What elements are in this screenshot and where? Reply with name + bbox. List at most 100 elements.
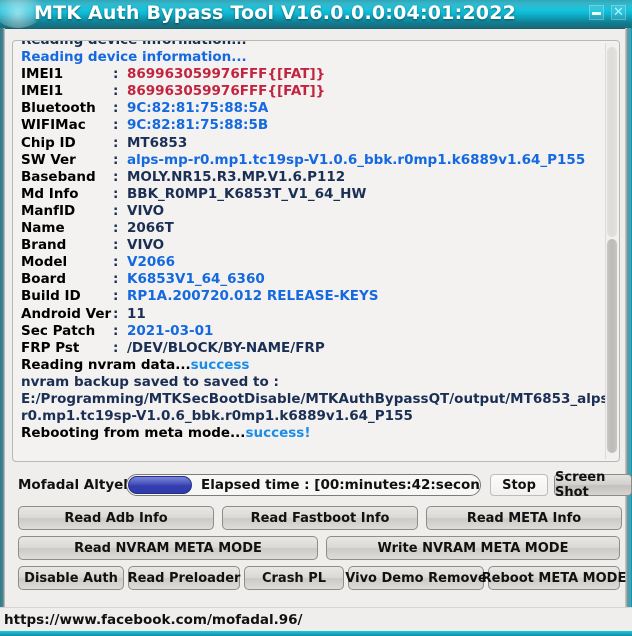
log-line-reboot: Rebooting from meta mode...success! [21, 425, 601, 442]
log-field-label: Name [21, 220, 65, 237]
log-field-row: WIFIMac:9C:82:81:75:88:5B [21, 117, 601, 134]
log-field-row: Board: K6853V1_64_6360 [21, 271, 601, 288]
log-scrollbar[interactable] [605, 43, 617, 459]
log-line-nvram-read: Reading nvram data...success [21, 357, 601, 374]
log-field-colon: : [113, 202, 119, 219]
log-field-label: IMEI1 [21, 66, 64, 83]
log-field-value: 9C:82:81:75:88:5A [127, 100, 269, 117]
log-line-header: Reading device information... [21, 49, 247, 66]
title-bar: MTK Auth Bypass Tool V16.0.0.0:04:01:202… [0, 0, 632, 29]
log-field-row: Name:2066T [21, 220, 601, 237]
log-field-value: RP1A.200720.012 RELEASE-KEYS [127, 288, 379, 305]
action-button-read-nvram-meta-mode[interactable]: Read NVRAM META MODE [18, 536, 318, 560]
window-edge-right [625, 28, 632, 607]
log-field-colon: : [113, 254, 119, 271]
action-button-read-meta-info[interactable]: Read META Info [426, 506, 622, 530]
log-field-colon: : [113, 117, 119, 134]
status-row: Mofadal Altyeb Elapsed time : [00:minute… [12, 470, 632, 500]
log-field-row: Md Info: BBK_R0MP1_K6853T_V1_64_HW [21, 186, 601, 203]
log-field-label: Build ID [21, 288, 81, 305]
action-button-read-adb-info[interactable]: Read Adb Info [18, 506, 214, 530]
action-button-disable-auth[interactable]: Disable Auth [18, 566, 124, 590]
log-reboot-text: Rebooting from meta mode... [21, 425, 246, 442]
log-field-row: Sec Patch:2021-03-01 [21, 323, 601, 340]
log-line-clipped: Reading device information... [21, 41, 601, 49]
log-field-label: Baseband [21, 168, 96, 185]
log-field-value: K6853V1_64_6360 [127, 271, 265, 288]
log-field-value: alps-mp-r0.mp1.tc19sp-V1.0.6_bbk.r0mp1.k… [127, 151, 586, 168]
action-button-reboot-meta-mode[interactable]: Reboot META MODE [482, 566, 626, 590]
log-content: Reading device information...Reading dev… [13, 41, 606, 461]
log-line-backup-0: nvram backup saved to saved to : [21, 373, 279, 390]
log-field-colon: : [113, 185, 119, 202]
footer-divider [0, 607, 632, 608]
log-field-colon: : [113, 151, 119, 168]
log-nvram-read-status: success [190, 356, 250, 373]
action-button-read-fastboot-info[interactable]: Read Fastboot Info [222, 506, 418, 530]
app-window: MTK Auth Bypass Tool V16.0.0.0:04:01:202… [0, 0, 632, 636]
log-lines: Reading device information...Reading dev… [21, 41, 606, 442]
minimize-button[interactable] [589, 5, 604, 20]
author-label: Mofadal Altyeb [18, 477, 133, 493]
log-field-row: Brand: VIVO [21, 237, 601, 254]
window-title: MTK Auth Bypass Tool V16.0.0.0:04:01:202… [34, 2, 517, 24]
stop-button[interactable]: Stop [490, 474, 548, 496]
action-button-crash-pl[interactable]: Crash PL [244, 566, 344, 590]
log-reboot-status: success! [245, 425, 311, 442]
scrollbar-thumb-ghost [607, 47, 617, 237]
log-field-colon: : [113, 305, 119, 322]
screen-shot-button[interactable]: Screen Shot [554, 470, 632, 500]
close-icon[interactable]: ✕ [611, 5, 626, 20]
log-field-colon: : [113, 339, 119, 356]
log-field-row: Android Ver:11 [21, 306, 601, 323]
log-field-label: Model [21, 254, 68, 271]
log-field-colon: : [113, 220, 119, 237]
log-line-backup-2: r0.mp1.tc19sp-V1.0.6_bbk.r0mp1.k6889v1.6… [21, 408, 413, 425]
log-field-value: MT6853 [127, 134, 188, 151]
log-field-label: Brand [21, 237, 67, 254]
log-field-value: 9C:82:81:75:88:5B [127, 117, 269, 134]
progress-fill [128, 476, 192, 494]
log-field-value: 2066T [127, 220, 174, 237]
log-field-colon: : [113, 237, 119, 254]
log-field-value: BBK_R0MP1_K6853T_V1_64_HW [127, 185, 367, 202]
log-field-colon: : [113, 100, 119, 117]
log-field-value: /DEV/BLOCK/BY-NAME/FRP [127, 339, 325, 356]
log-field-colon: : [113, 271, 119, 288]
log-field-colon: : [113, 83, 119, 100]
scrollbar-thumb[interactable] [607, 239, 617, 453]
progress-bar: Elapsed time : [00:minutes:42:seconds] [126, 474, 481, 496]
log-field-label: WIFIMac [21, 117, 86, 134]
log-field-value: 2021-03-01 [127, 322, 214, 339]
log-field-value: MOLY.NR15.R3.MP.V1.6.P112 [127, 168, 346, 185]
log-field-row: Baseband: MOLY.NR15.R3.MP.V1.6.P112 [21, 169, 601, 186]
action-button-vivo-demo-remove[interactable]: Vivo Demo Remove [345, 566, 487, 590]
log-nvram-read-text: Reading nvram data... [21, 356, 191, 373]
footer-accent-bar [0, 631, 632, 636]
log-field-label: Sec Patch [21, 322, 96, 339]
log-field-value: 869963059976FFF{[FAT]} [127, 66, 326, 83]
log-field-row: IMEI1:869963059976FFF{[FAT]} [21, 66, 601, 83]
log-field-colon: : [113, 134, 119, 151]
log-field-label: Android Ver [21, 305, 112, 322]
log-field-value: V2066 [127, 254, 176, 271]
log-field-label: ManfID [21, 202, 76, 219]
action-button-read-preloader[interactable]: Read Preloader [128, 566, 240, 590]
log-field-row: Build ID: RP1A.200720.012 RELEASE-KEYS [21, 288, 601, 305]
footer-url[interactable]: https://www.facebook.com/mofadal.96/ [4, 612, 302, 628]
log-field-label: Chip ID [21, 134, 76, 151]
log-field-label: Bluetooth [21, 100, 96, 117]
log-field-value: 11 [127, 305, 146, 322]
log-field-row: FRP Pst: /DEV/BLOCK/BY-NAME/FRP [21, 340, 601, 357]
log-field-value: VIVO [127, 202, 165, 219]
log-field-row: Chip ID: MT6853 [21, 135, 601, 152]
log-field-row: ManfID: VIVO [21, 203, 601, 220]
log-line-backup-1: E:/Programming/MTKSecBootDisable/MTKAuth… [21, 390, 606, 407]
log-field-colon: : [113, 288, 119, 305]
log-field-label: IMEI1 [21, 83, 64, 100]
log-field-label: FRP Pst [21, 339, 80, 356]
log-panel[interactable]: Reading device information...Reading dev… [12, 40, 620, 462]
log-field-value: VIVO [127, 237, 165, 254]
action-button-write-nvram-meta-mode[interactable]: Write NVRAM META MODE [326, 536, 620, 560]
log-field-colon: : [113, 66, 119, 83]
